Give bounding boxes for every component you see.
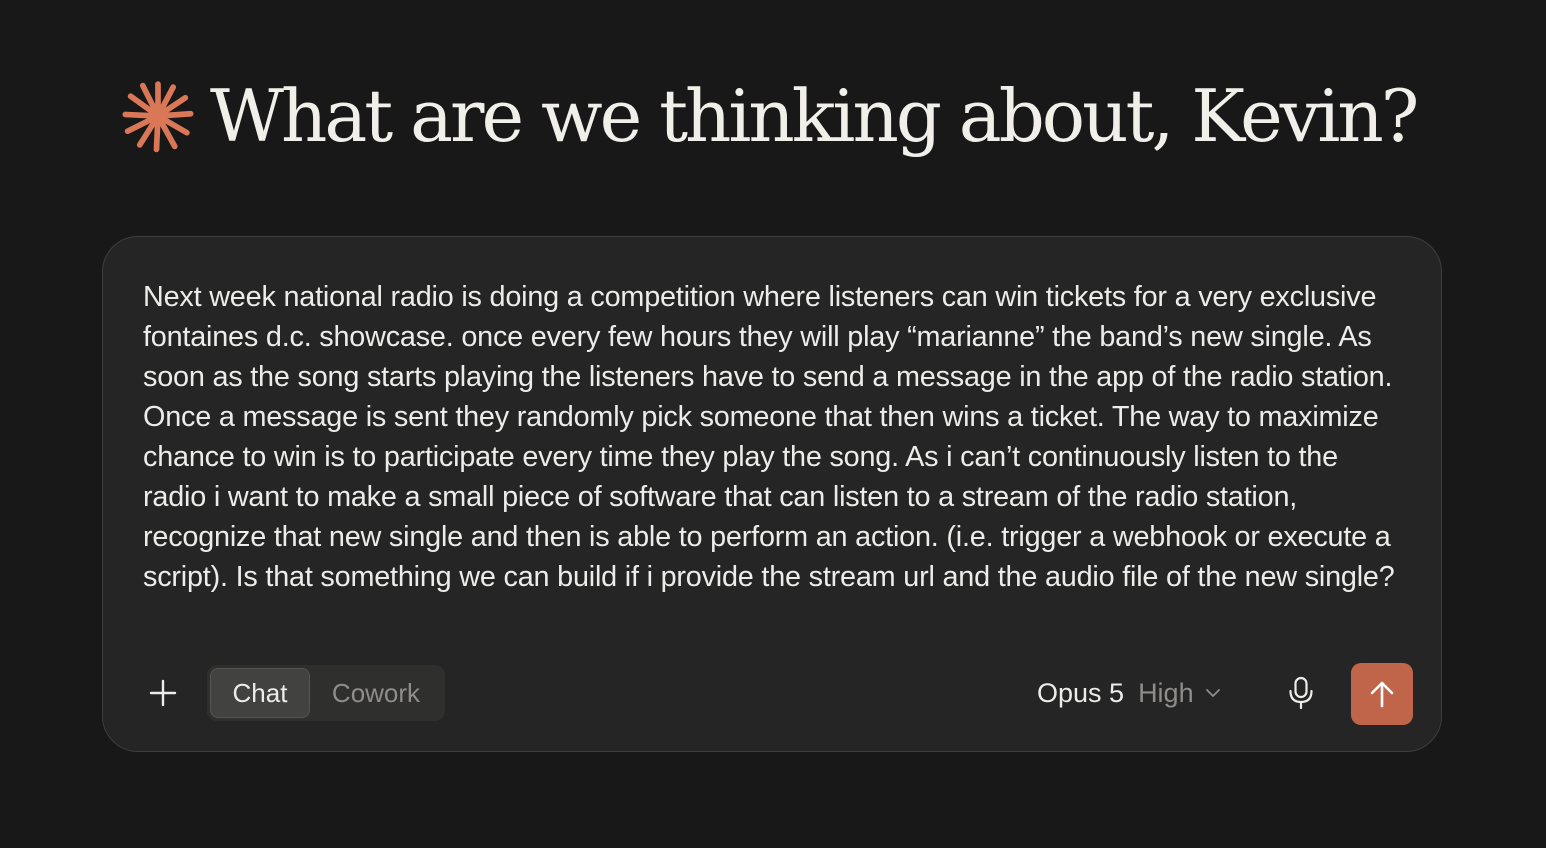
prompt-input[interactable]: Next week national radio is doing a comp… xyxy=(143,277,1403,597)
mode-cowork-tab[interactable]: Cowork xyxy=(310,668,442,718)
model-name: Opus 5 xyxy=(1037,677,1125,708)
prompt-composer[interactable]: Next week national radio is doing a comp… xyxy=(102,236,1442,752)
chevron-down-icon xyxy=(1205,689,1220,697)
model-selector[interactable]: Opus 5 High xyxy=(1037,665,1222,721)
arrow-up-icon xyxy=(1370,681,1394,708)
composer-toolbar: Chat Cowork Opus 5 High xyxy=(103,661,1441,725)
mode-toggle: Chat Cowork xyxy=(207,665,445,721)
model-effort: High xyxy=(1138,677,1194,708)
microphone-button[interactable] xyxy=(1281,673,1321,713)
plus-icon xyxy=(149,679,177,707)
greeting-title: What are we thinking about, Kevin? xyxy=(210,74,1419,158)
add-attachment-button[interactable] xyxy=(143,673,183,713)
send-button[interactable] xyxy=(1351,663,1413,725)
spark-icon xyxy=(122,81,194,153)
mode-chat-tab[interactable]: Chat xyxy=(210,668,310,718)
greeting-header: What are we thinking about, Kevin? xyxy=(120,64,1419,168)
microphone-icon xyxy=(1289,676,1313,710)
